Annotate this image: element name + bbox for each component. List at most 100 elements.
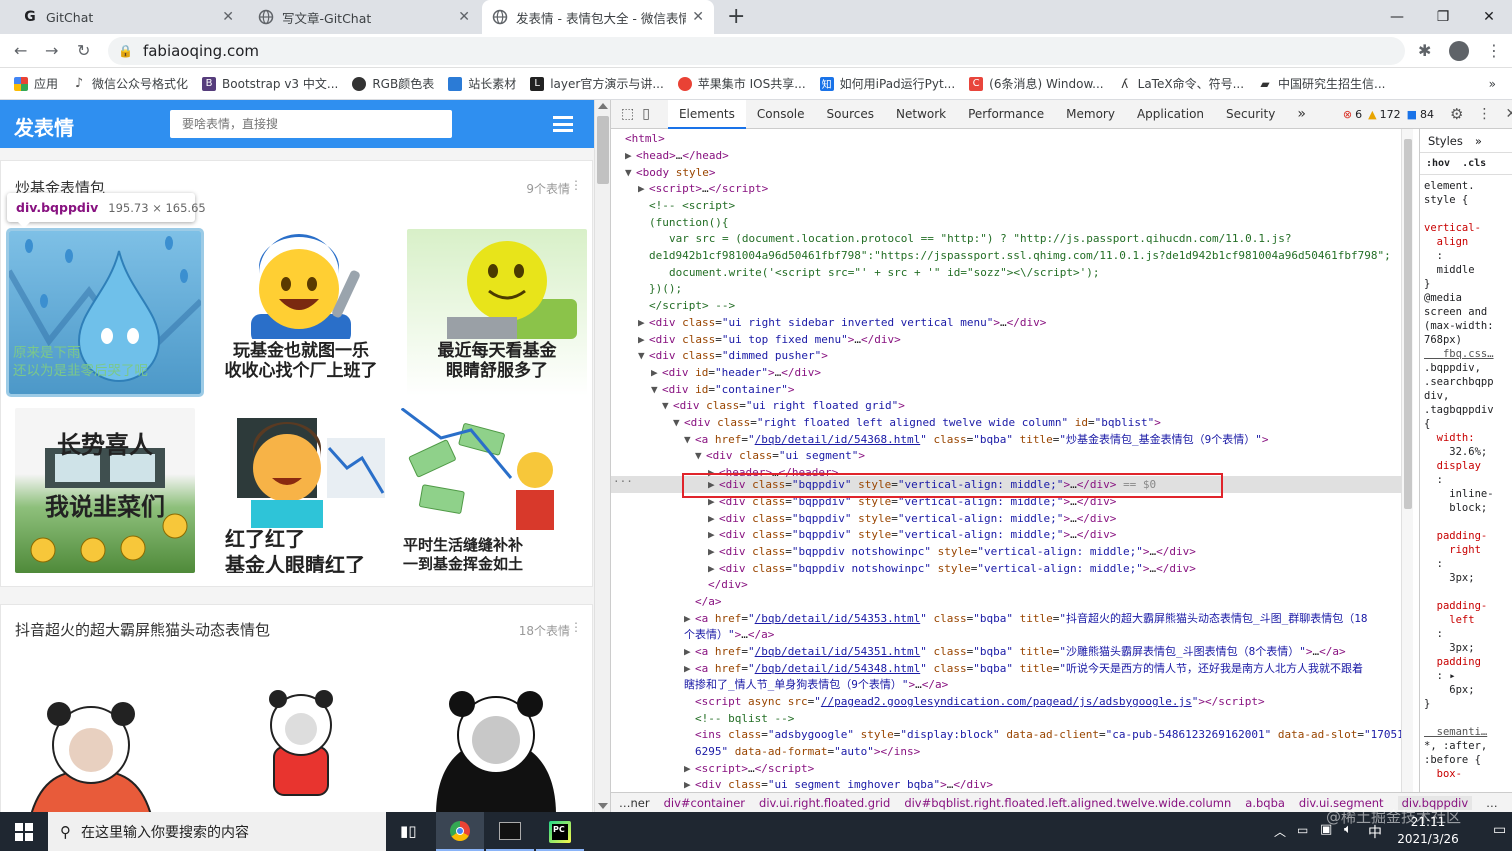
pack-card-fund[interactable]: 炒基金表情包 9个表情 ⋮ 原来是下雨 还以为是韭零后哭了呢 玩基金也就图一乐 … [0,160,593,587]
bookmark-csdn[interactable]: C (6条消息) Window... [969,75,1104,92]
error-icon: ⊗ [1342,107,1353,121]
devtools-tab-console[interactable]: Console [746,100,816,129]
hamburger-menu-icon[interactable] [553,116,573,132]
emoji-item[interactable]: 最近每天看基金 眼睛舒服多了 [407,229,587,396]
style-rule-line: align [1424,236,1469,248]
pycharm-taskbar-app[interactable]: PC [536,812,584,851]
task-view-icon[interactable]: ▮▯ [400,822,417,840]
style-rule-line: padding- [1424,530,1488,542]
settings-gear-icon[interactable]: ⚙ [1450,105,1463,123]
forward-icon[interactable]: → [45,41,58,60]
breadcrumb-item[interactable]: …ner [619,796,650,810]
taskbar-search-box[interactable]: ⚲ 在这里输入你要搜索的内容 [48,812,386,851]
inspect-element-icon[interactable]: ⬚ [621,106,634,122]
panda-emoji-icon [30,702,152,812]
reload-icon[interactable]: ↻ [77,41,90,60]
warning-count[interactable]: 172 [1380,108,1401,121]
devtools-tab-application[interactable]: Application [1126,100,1215,129]
tooltip-size: 195.73 × 165.65 [108,200,206,215]
tray-expand-icon[interactable]: ︿ [1274,823,1286,840]
search-input[interactable] [170,110,452,138]
style-rule-line: display [1424,460,1481,472]
devtools-tab-elements[interactable]: Elements [667,99,746,129]
bookmark-latex[interactable]: ʎ LaTeX命令、符号... [1118,75,1244,92]
pack-card-panda[interactable]: 抖音超火的超大霸屏熊猫头动态表情包 18个表情 ⋮ [0,604,593,812]
style-rule-line: 3px; [1424,642,1475,654]
device-toolbar-icon[interactable]: ▯ [642,106,650,122]
close-devtools-icon[interactable]: ✕ [1505,106,1512,122]
styles-pane[interactable]: Styles » :hov .cls element. style { verti… [1419,129,1512,797]
site-logo[interactable]: 发表情 [14,112,74,141]
windows-start-icon[interactable] [15,823,33,841]
close-tab-icon[interactable]: ✕ [458,9,470,25]
close-window-icon[interactable]: ✕ [1466,0,1512,34]
chrome-taskbar-app[interactable] [436,812,484,851]
more-bookmarks-button[interactable]: » [1489,77,1496,91]
page-scrollbar[interactable] [594,100,610,812]
style-rule-line: 768px) [1424,334,1462,346]
styles-filter-bar[interactable]: :hov .cls [1420,153,1512,175]
scroll-down-icon[interactable] [598,803,608,809]
globe-icon [258,9,274,25]
bookmark-wechat-format[interactable]: ♪ 微信公众号格式化 [72,75,188,92]
node-ellipsis-icon[interactable]: ··· [613,474,633,491]
address-bar[interactable]: 🔒 fabiaoqing.com [108,37,1405,65]
web-page-viewport: 发表情 炒基金表情包 9个表情 ⋮ 原来是下雨 还以为是韭零后哭了呢 [0,100,594,812]
devtools-tab-memory[interactable]: Memory [1055,100,1126,129]
emoji-item[interactable]: 玩基金也就图一乐 收收心找个厂上班了 [211,229,391,396]
bookmark-yanzhao[interactable]: ▰ 中国研究生招生信... [1258,75,1385,92]
bookmark-layer[interactable]: Llayer官方演示与讲... [530,75,664,92]
devtools-tab-performance[interactable]: Performance [957,100,1055,129]
devtools-menu-icon[interactable]: ⋮ [1477,106,1491,122]
breadcrumb-item[interactable]: div#container [664,796,745,810]
style-rule-line: div, [1424,390,1450,402]
devtools-more-tabs-button[interactable]: » [1286,100,1317,129]
pycharm-icon: PC [549,821,571,843]
bookmark-rgb[interactable]: RGB颜色表 [352,75,434,92]
pack-title[interactable]: 抖音超火的超大霸屏熊猫头动态表情包 [15,619,270,640]
browser-tab-write-article[interactable]: 写文章-GitChat ✕ [248,0,480,34]
notification-icon[interactable]: ▭ [1493,822,1506,838]
styles-more-button[interactable]: » [1475,134,1482,148]
breadcrumb-item[interactable]: div#bqblist.right.floated.left.aligned.t… [904,796,1231,810]
emoji-item[interactable]: 长势喜人 我说韭菜们 [15,408,195,573]
elements-dom-tree[interactable]: ··· <html> ▶ <head>…</head> ▼ <body style>… [611,129,1419,797]
devtools-tab-network[interactable]: Network [885,100,957,129]
emoji-item[interactable]: 平时生活缝缝补补 一到基金挥金如土 [401,408,581,573]
new-tab-button[interactable]: + [727,4,745,29]
error-count[interactable]: 6 [1355,108,1362,121]
scroll-up-icon[interactable] [598,103,608,109]
bookmark-zhanzhang[interactable]: 站长素材 [448,75,516,92]
breadcrumb-item[interactable]: a.bqba [1245,796,1285,810]
terminal-taskbar-app[interactable] [486,812,534,851]
tab-title: 发表情 - 表情包大全 - 微信表情包 [516,10,687,26]
flower-icon [677,76,692,91]
devtools-tab-sources[interactable]: Sources [816,100,885,129]
bookmark-zhihu[interactable]: 知如何用iPad运行Pyt... [819,75,955,92]
url-text: fabiaoqing.com [142,42,260,60]
maximize-icon[interactable]: ❐ [1420,0,1466,34]
tooltip-arrow [17,221,31,228]
emoji-item[interactable]: 红了红了 基金人眼睛红了 [207,408,387,573]
bookmark-apps[interactable]: 应用 [14,75,58,92]
devtools-tab-security[interactable]: Security [1215,100,1286,129]
close-tab-icon[interactable]: ✕ [222,9,234,25]
profile-avatar-icon[interactable] [1449,41,1469,61]
battery-icon[interactable]: ▭ [1297,823,1308,837]
breadcrumb-item[interactable]: div.ui.right.floated.grid [759,796,890,810]
minimize-icon[interactable]: — [1374,0,1420,34]
styles-tab[interactable]: Styles [1428,134,1463,148]
gitchat-favicon-icon: G [24,9,36,25]
bookmark-apple-market[interactable]: 苹果集市 IOS共享... [677,75,806,92]
browser-tab-fabiaoqing[interactable]: 发表情 - 表情包大全 - 微信表情包 ✕ [482,0,714,34]
breadcrumb-item[interactable]: … [1486,796,1498,810]
browser-tab-gitchat[interactable]: G GitChat ✕ [12,0,244,34]
bookmark-bootstrap[interactable]: B Bootstrap v3 中文... [202,75,338,92]
extensions-icon[interactable]: ✱ [1418,41,1431,60]
close-tab-icon[interactable]: ✕ [692,9,704,25]
elements-scrollbar[interactable] [1401,129,1413,797]
emoji-item[interactable]: 原来是下雨 还以为是韭零后哭了呢 [6,228,204,397]
back-icon[interactable]: ← [14,41,27,60]
message-count[interactable]: 84 [1420,108,1434,121]
more-menu-icon[interactable]: ⋮ [1486,41,1502,60]
